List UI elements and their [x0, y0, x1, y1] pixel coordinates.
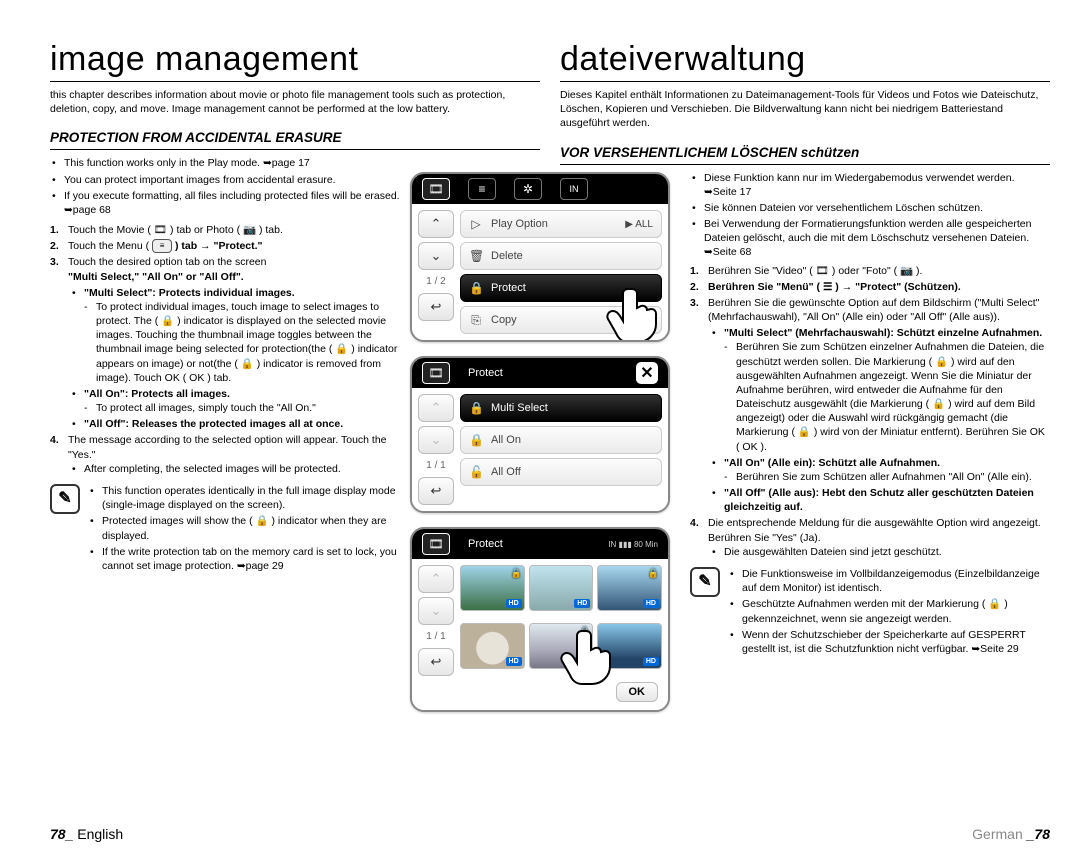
scroll-down-button[interactable]: ⌄ [418, 426, 454, 454]
trash-icon: 🗑 [469, 249, 483, 263]
screen-protect-options: 🎞 Protect ✕ ⌃ ⌄ 1 / 1 ↩ 🔒 Multi Select [410, 356, 670, 513]
left-footer: 78_ English [50, 826, 123, 842]
bullet: Bei Verwendung der Formatierungsfunktion… [690, 217, 1050, 260]
play-option-icon: ▷ [469, 217, 483, 231]
step: 3. Berühren Sie die gewünschte Option au… [690, 296, 1050, 515]
step: 4. The message according to the selected… [50, 433, 410, 476]
back-button[interactable]: ↩ [418, 648, 454, 676]
status-indicator: IN ▮▮▮ 80 Min [608, 540, 658, 549]
step: 1.Touch the Movie ( 🎞 ) tab or Photo ( 📷… [50, 223, 410, 237]
thumbnail[interactable]: 🔒HD [597, 565, 662, 611]
thumbnail[interactable]: HD [529, 565, 594, 611]
rule [560, 164, 1050, 165]
rule [50, 149, 540, 150]
opt-all-on: "All On" (Alle ein): Schützt alle Aufnah… [708, 456, 1050, 484]
lock-icon: 🔒 [579, 626, 590, 637]
screen-title: Protect [468, 367, 618, 379]
note-block: ✎ Die Funktionsweise im Vollbildanzeigem… [690, 567, 1050, 658]
scroll-up-button[interactable]: ⌃ [418, 210, 454, 238]
bullet: This function works only in the Play mod… [50, 156, 410, 170]
center-figures: 🎞 ≡ ✲ IN ⌃ ⌄ 1 / 2 ↩ ▷ Play Option ▶ ALL [410, 172, 670, 712]
lock-icon: 🔒 [510, 568, 521, 579]
right-section-heading: VOR VERSEHENTLICHEM LÖSCHEN schützen [560, 145, 1050, 160]
close-button[interactable]: ✕ [636, 362, 658, 384]
scroll-down-button[interactable]: ⌄ [418, 242, 454, 270]
bullet: If you execute formatting, all files inc… [50, 189, 410, 217]
option-multi-select[interactable]: 🔒 Multi Select [460, 394, 662, 422]
thumbnail[interactable]: HD [460, 623, 525, 669]
opt-all-off: "All Off" (Alle aus): Hebt den Schutz al… [708, 486, 1050, 514]
lock-icon: 🔒 [648, 568, 659, 579]
bullet: Diese Funktion kann nur im Wiedergabemod… [690, 171, 1050, 199]
right-title: dateiverwaltung [560, 40, 1050, 79]
rule [50, 81, 540, 82]
page-indicator: 1 / 1 [418, 629, 454, 644]
page-indicator: 1 / 1 [418, 458, 454, 473]
thumbnail[interactable]: HD [597, 623, 662, 669]
note-icon: ✎ [50, 484, 80, 514]
menu-item-protect[interactable]: 🔒 Protect [460, 274, 662, 302]
step: 2.Berühren Sie "Menü" ( ☰ ) → "Protect" … [690, 280, 1050, 294]
storage-tab-icon[interactable]: IN [560, 178, 588, 200]
screen-protect-thumbnails: 🎞 Protect IN ▮▮▮ 80 Min ⌃ ⌄ 1 / 1 ↩ 🔒HD … [410, 527, 670, 712]
left-title: image management [50, 40, 540, 79]
step: 1.Berühren Sie "Video" ( 🎞 ) oder "Foto"… [690, 264, 1050, 278]
scroll-down-button[interactable]: ⌄ [418, 597, 454, 625]
screen-title: Protect [468, 538, 590, 550]
page-indicator: 1 / 2 [418, 274, 454, 289]
right-footer: German _78 [972, 826, 1050, 842]
step: 2. Touch the Menu ( ≡ ) tab → "Protect." [50, 239, 410, 253]
thumbnail[interactable]: 🔒HD [460, 565, 525, 611]
ok-button[interactable]: OK [616, 682, 659, 702]
menu-item-play-option[interactable]: ▷ Play Option ▶ ALL [460, 210, 662, 238]
left-section-heading: PROTECTION FROM ACCIDENTAL ERASURE [50, 130, 540, 145]
movie-tab-icon[interactable]: 🎞 [422, 178, 450, 200]
option-all-on[interactable]: 🔒 All On [460, 426, 662, 454]
scroll-up-button[interactable]: ⌃ [418, 565, 454, 593]
menu-tab-icon[interactable]: ≡ [468, 178, 496, 200]
note-block: ✎ This function operates identically in … [50, 484, 410, 575]
back-button[interactable]: ↩ [418, 477, 454, 505]
lock-off-icon: 🔓 [469, 465, 483, 479]
menu-icon: ≡ [152, 239, 172, 253]
step: 3. Touch the desired option tab on the s… [50, 255, 410, 431]
screen-menu: 🎞 ≡ ✲ IN ⌃ ⌄ 1 / 2 ↩ ▷ Play Option ▶ ALL [410, 172, 670, 342]
note-icon: ✎ [690, 567, 720, 597]
right-intro: Dieses Kapitel enthält Informationen zu … [560, 88, 1050, 131]
bullet: Sie können Dateien vor versehentlichem L… [690, 201, 1050, 215]
bullet: You can protect important images from ac… [50, 173, 410, 187]
movie-tab-icon[interactable]: 🎞 [422, 533, 450, 555]
scroll-up-button[interactable]: ⌃ [418, 394, 454, 422]
opt-all-on: "All On": Protects all images. To protec… [68, 387, 410, 415]
step: 4. Die entsprechende Meldung für die aus… [690, 516, 1050, 559]
movie-tab-icon[interactable]: 🎞 [422, 362, 450, 384]
thumbnail[interactable]: 🔒HD [529, 623, 594, 669]
opt-multi-select: "Multi Select" (Mehrfachauswahl): Schütz… [708, 326, 1050, 454]
lock-on-icon: 🔒 [469, 433, 483, 447]
back-button[interactable]: ↩ [418, 293, 454, 321]
settings-tab-icon[interactable]: ✲ [514, 178, 542, 200]
lock-icon: 🔒 [469, 281, 483, 295]
opt-all-off: "All Off": Releases the protected images… [68, 417, 410, 431]
menu-item-copy[interactable]: ⎘ Copy [460, 306, 662, 334]
copy-icon: ⎘ [469, 313, 483, 328]
lock-icon: 🔒 [469, 401, 483, 415]
left-intro: this chapter describes information about… [50, 88, 540, 116]
option-all-off[interactable]: 🔓 All Off [460, 458, 662, 486]
opt-multi-select: "Multi Select": Protects individual imag… [68, 286, 410, 385]
rule [560, 81, 1050, 82]
menu-item-delete[interactable]: 🗑 Delete [460, 242, 662, 270]
